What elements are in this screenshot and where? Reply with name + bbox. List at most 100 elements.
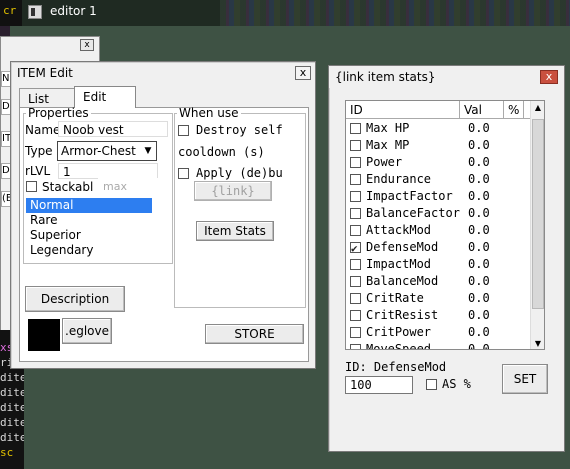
rarity-option[interactable]: Normal — [26, 198, 152, 213]
rarity-listbox[interactable]: Normal Rare Superior Legendary — [26, 198, 152, 260]
destroy-self-checkbox[interactable] — [178, 125, 189, 136]
scroll-up-arrow-icon[interactable]: ▲ — [531, 101, 544, 115]
stat-row[interactable]: AttackMod 0.0 — [346, 222, 532, 239]
stat-checkbox[interactable] — [350, 191, 361, 202]
item-icon-preview[interactable] — [28, 319, 60, 351]
item-edit-title: ITEM Edit — [17, 66, 73, 80]
rarity-option[interactable]: Legendary — [26, 243, 152, 258]
item-edit-close-button[interactable]: x — [295, 66, 311, 80]
terminal-line: dite — [0, 386, 24, 399]
rarity-option[interactable]: Rare — [26, 213, 152, 228]
stat-id: ImpactMod — [366, 257, 432, 271]
store-button[interactable]: STORE — [205, 324, 304, 344]
column-header-val[interactable]: Val — [464, 101, 504, 119]
stat-value: 0.0 — [468, 257, 490, 271]
terminal-line: dite — [0, 416, 24, 429]
name-input[interactable]: Noob vest — [58, 121, 168, 137]
stat-id: CritPower — [366, 325, 432, 339]
terminal-line: dite — [0, 371, 24, 384]
column-header-percent[interactable]: % — [508, 101, 524, 119]
stat-row[interactable]: Power 0.0 — [346, 154, 532, 171]
stat-value: 0.0 — [468, 206, 490, 220]
rarity-option[interactable]: Superior — [26, 228, 152, 243]
destroy-self-label: Destroy self — [196, 123, 283, 137]
scrollbar-thumb[interactable] — [532, 119, 544, 309]
stat-id: DefenseMod — [366, 240, 439, 254]
stat-value: 0.0 — [468, 325, 490, 339]
cooldown-label: cooldown (s) — [178, 145, 265, 159]
stats-list-header: ID Val % — [346, 101, 532, 119]
type-select[interactable]: Armor-Chest ▼ — [57, 141, 157, 161]
stat-row[interactable]: CritResist 0.0 — [346, 307, 532, 324]
stat-id: Max MP — [366, 138, 410, 152]
item-edit-window: ITEM Edit x List Edit Properties Name No… — [10, 61, 316, 369]
rlvl-input[interactable]: 1 — [58, 163, 158, 179]
stat-checkbox[interactable] — [350, 174, 361, 185]
stat-row[interactable]: Max HP 0.0 — [346, 120, 532, 137]
stackable-label: Stackabl — [42, 180, 94, 194]
stat-row[interactable]: ImpactMod 0.0 — [346, 256, 532, 273]
scroll-down-arrow-icon[interactable]: ▼ — [531, 337, 544, 349]
stat-value: 0.0 — [468, 138, 490, 152]
stat-value-input[interactable]: 100 — [345, 376, 413, 394]
stat-checkbox[interactable] — [350, 344, 361, 349]
stats-list-scrollbar[interactable]: ▲ ▼ — [530, 101, 544, 349]
description-button[interactable]: Description — [25, 286, 125, 312]
editor-titlebar: cr editor 1 — [0, 0, 570, 26]
stat-value: 0.0 — [468, 342, 490, 350]
stat-checkbox[interactable] — [350, 240, 361, 257]
set-button[interactable]: SET — [502, 364, 548, 394]
stat-row[interactable]: Endurance 0.0 — [346, 171, 532, 188]
stat-id: ImpactFactor — [366, 189, 453, 203]
stat-checkbox[interactable] — [350, 293, 361, 304]
cooldown-input[interactable] — [268, 143, 296, 159]
tab-list[interactable]: List — [19, 88, 75, 108]
column-header-id[interactable]: ID — [350, 101, 460, 119]
stat-value: 0.0 — [468, 223, 490, 237]
stat-id: MoveSpeed — [366, 342, 432, 350]
stat-checkbox[interactable] — [350, 276, 361, 287]
stat-row[interactable]: CritPower 0.0 — [346, 324, 532, 341]
stat-checkbox[interactable] — [350, 208, 361, 219]
stat-row[interactable]: ImpactFactor 0.0 — [346, 188, 532, 205]
stat-row[interactable]: BalanceFactor 0.0 — [346, 205, 532, 222]
stat-value: 0.0 — [468, 189, 490, 203]
stat-row[interactable]: BalanceMod 0.0 — [346, 273, 532, 290]
terminal-tab[interactable]: cr — [0, 0, 22, 26]
chevron-down-icon: ▼ — [144, 146, 152, 156]
apply-debuff-checkbox[interactable] — [178, 168, 189, 179]
background-window-close-button[interactable]: x — [80, 39, 94, 51]
properties-legend: Properties — [28, 106, 89, 120]
stat-id: Power — [366, 155, 403, 169]
stat-value: 0.0 — [468, 172, 490, 186]
stat-checkbox[interactable] — [350, 259, 361, 270]
editor-title: editor 1 — [50, 4, 97, 18]
link-stats-close-button[interactable]: x — [540, 70, 558, 84]
link-button[interactable]: {link} — [194, 181, 272, 201]
stat-checkbox[interactable] — [350, 157, 361, 168]
stat-value: 0.0 — [468, 308, 490, 322]
stat-row[interactable]: MoveSpeed 0.0 — [346, 341, 532, 350]
edit-tab-panel: Properties Name Noob vest Type Armor-Che… — [19, 106, 309, 362]
name-label: Name — [25, 123, 61, 137]
max-stack-input[interactable]: max — [98, 178, 158, 194]
stat-id: CritResist — [366, 308, 439, 322]
item-stats-button[interactable]: Item Stats — [196, 221, 274, 241]
as-percent-checkbox[interactable] — [426, 379, 437, 390]
stat-checkbox[interactable] — [350, 123, 361, 134]
as-percent-label: AS % — [442, 377, 471, 391]
tab-edit[interactable]: Edit — [74, 86, 136, 108]
stat-row[interactable]: CritRate 0.0 — [346, 290, 532, 307]
stat-row[interactable]: Max MP 0.0 — [346, 137, 532, 154]
stat-checkbox[interactable] — [350, 327, 361, 338]
icon-select-button[interactable]: .eglove — [62, 318, 112, 344]
stat-checkbox[interactable] — [350, 140, 361, 151]
stat-value: 0.0 — [468, 274, 490, 288]
stat-checkbox[interactable] — [350, 310, 361, 321]
type-select-value: Armor-Chest — [61, 144, 136, 158]
stat-value: 0.0 — [468, 240, 490, 254]
stat-checkbox[interactable] — [350, 225, 361, 236]
stackable-checkbox[interactable] — [26, 181, 37, 192]
stat-row[interactable]: DefenseMod 0.0 — [346, 239, 532, 257]
code-editor-background — [220, 0, 570, 26]
